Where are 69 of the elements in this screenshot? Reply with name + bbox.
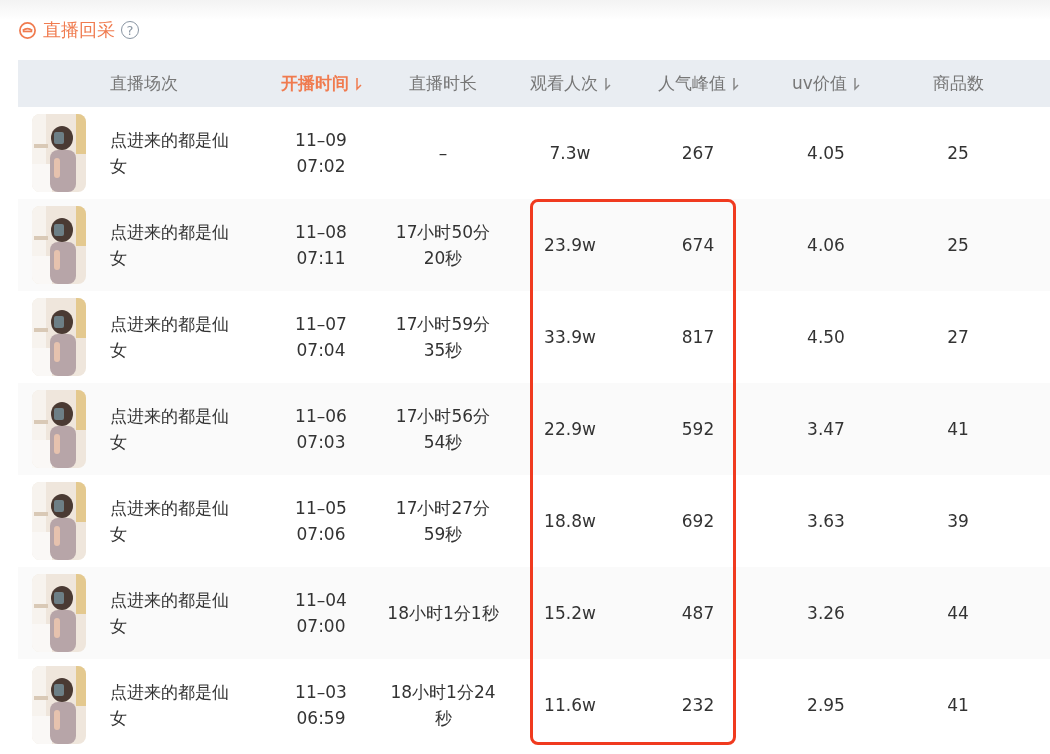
start-date: 11–09 (295, 129, 347, 152)
viewer-count: 23.9w (544, 234, 596, 257)
viewer-count: 33.9w (544, 326, 596, 349)
session-name: 点进来的都是仙女 (110, 405, 230, 454)
uv-value: 2.95 (807, 694, 845, 717)
uv-value: 3.47 (807, 418, 845, 441)
start-time: 07:00 (296, 615, 346, 638)
peak-popularity: 267 (681, 142, 715, 165)
session-name: 点进来的都是仙女 (110, 589, 230, 638)
session-name: 点进来的都是仙女 (110, 221, 230, 270)
viewer-count: 18.8w (544, 510, 596, 533)
peak-popularity: 674 (681, 234, 715, 257)
product-count: 41 (947, 694, 969, 717)
column-header: 直播场次 (110, 72, 178, 95)
product-count: 25 (947, 142, 969, 165)
session-name: 点进来的都是仙女 (110, 129, 230, 178)
uv-value: 3.63 (807, 510, 845, 533)
column-header: 商品数 (932, 72, 984, 95)
viewer-count: 15.2w (544, 602, 596, 625)
product-count: 41 (947, 418, 969, 441)
product-count: 25 (947, 234, 969, 257)
start-date: 11–04 (295, 589, 347, 612)
start-time: 06:59 (296, 707, 346, 730)
start-date: 11–03 (295, 681, 347, 704)
viewer-count: 7.3w (549, 142, 591, 165)
duration: 17小时27分59秒 (394, 497, 492, 546)
start-date: 11–08 (295, 221, 347, 244)
uv-value: 4.06 (807, 234, 845, 257)
uv-value: 4.05 (807, 142, 845, 165)
session-name: 点进来的都是仙女 (110, 313, 230, 362)
product-count: 39 (947, 510, 969, 533)
sort-icon (602, 76, 611, 91)
start-time: 07:03 (296, 431, 346, 454)
session-name: 点进来的都是仙女 (110, 497, 230, 546)
product-count: 44 (947, 602, 969, 625)
start-time: 07:11 (296, 247, 346, 270)
start-time: 07:06 (296, 523, 346, 546)
session-name: 点进来的都是仙女 (110, 681, 230, 730)
product-count: 27 (947, 326, 969, 349)
start-time: 07:02 (296, 155, 346, 178)
column-header[interactable]: 观看人次 (529, 72, 611, 95)
start-time: 07:04 (296, 339, 346, 362)
sort-icon (851, 76, 860, 91)
duration: 17小时59分35秒 (394, 313, 492, 362)
peak-popularity: 817 (681, 326, 715, 349)
duration: 17小时50分20秒 (394, 221, 492, 270)
duration: 18小时1分24秒 (389, 681, 497, 730)
column-header[interactable]: 人气峰值 (657, 72, 739, 95)
live-replay-icon (18, 20, 37, 40)
column-header[interactable]: uv价值 (792, 72, 860, 95)
column-header[interactable]: 开播时间 (280, 72, 362, 95)
duration: 18小时1分1秒 (387, 602, 499, 625)
peak-popularity: 592 (681, 418, 715, 441)
peak-popularity: 487 (681, 602, 715, 625)
peak-popularity: 692 (681, 510, 715, 533)
start-date: 11–07 (295, 313, 347, 336)
section-title: 直播回采 (43, 18, 115, 42)
sort-icon (353, 76, 362, 91)
start-date: 11–05 (295, 497, 347, 520)
uv-value: 3.26 (807, 602, 845, 625)
peak-popularity: 232 (681, 694, 715, 717)
start-date: 11–06 (295, 405, 347, 428)
sort-icon (730, 76, 739, 91)
column-header: 直播时长 (409, 72, 477, 95)
duration: 17小时56分54秒 (394, 405, 492, 454)
duration: – (437, 142, 449, 165)
uv-value: 4.50 (807, 326, 845, 349)
viewer-count: 11.6w (544, 694, 596, 717)
viewer-count: 22.9w (544, 418, 596, 441)
